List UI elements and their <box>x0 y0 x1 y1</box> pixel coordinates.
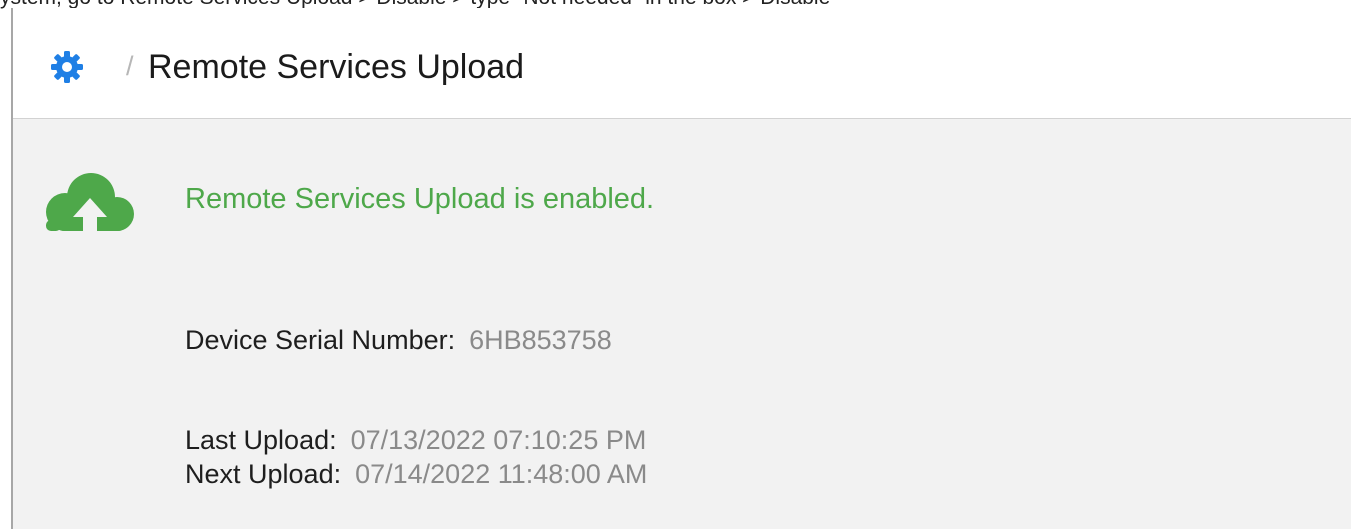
breadcrumb-separator: / <box>126 51 134 81</box>
serial-number-row: Device Serial Number: 6HB853758 <box>185 324 612 356</box>
page-header: / Remote Services Upload <box>13 8 1351 119</box>
cloud-upload-icon <box>46 173 134 232</box>
content-area: Remote Services Upload is enabled. Devic… <box>13 119 1351 529</box>
next-upload-row: Next Upload: 07/14/2022 11:48:00 AM <box>185 458 647 490</box>
page-title: Remote Services Upload <box>148 48 525 86</box>
serial-number-value: 6HB853758 <box>469 325 612 355</box>
status-message: Remote Services Upload is enabled. <box>185 183 655 215</box>
remote-services-panel: / Remote Services Upload Remote Services… <box>11 8 1351 529</box>
next-upload-label: Next Upload: <box>185 459 342 489</box>
next-upload-value: 07/14/2022 11:48:00 AM <box>355 459 648 489</box>
gear-icon[interactable] <box>50 50 84 84</box>
serial-number-label: Device Serial Number: <box>185 325 456 355</box>
last-upload-label: Last Upload: <box>185 425 337 455</box>
last-upload-value: 07/13/2022 07:10:25 PM <box>350 425 647 455</box>
last-upload-row: Last Upload: 07/13/2022 07:10:25 PM <box>185 424 646 456</box>
